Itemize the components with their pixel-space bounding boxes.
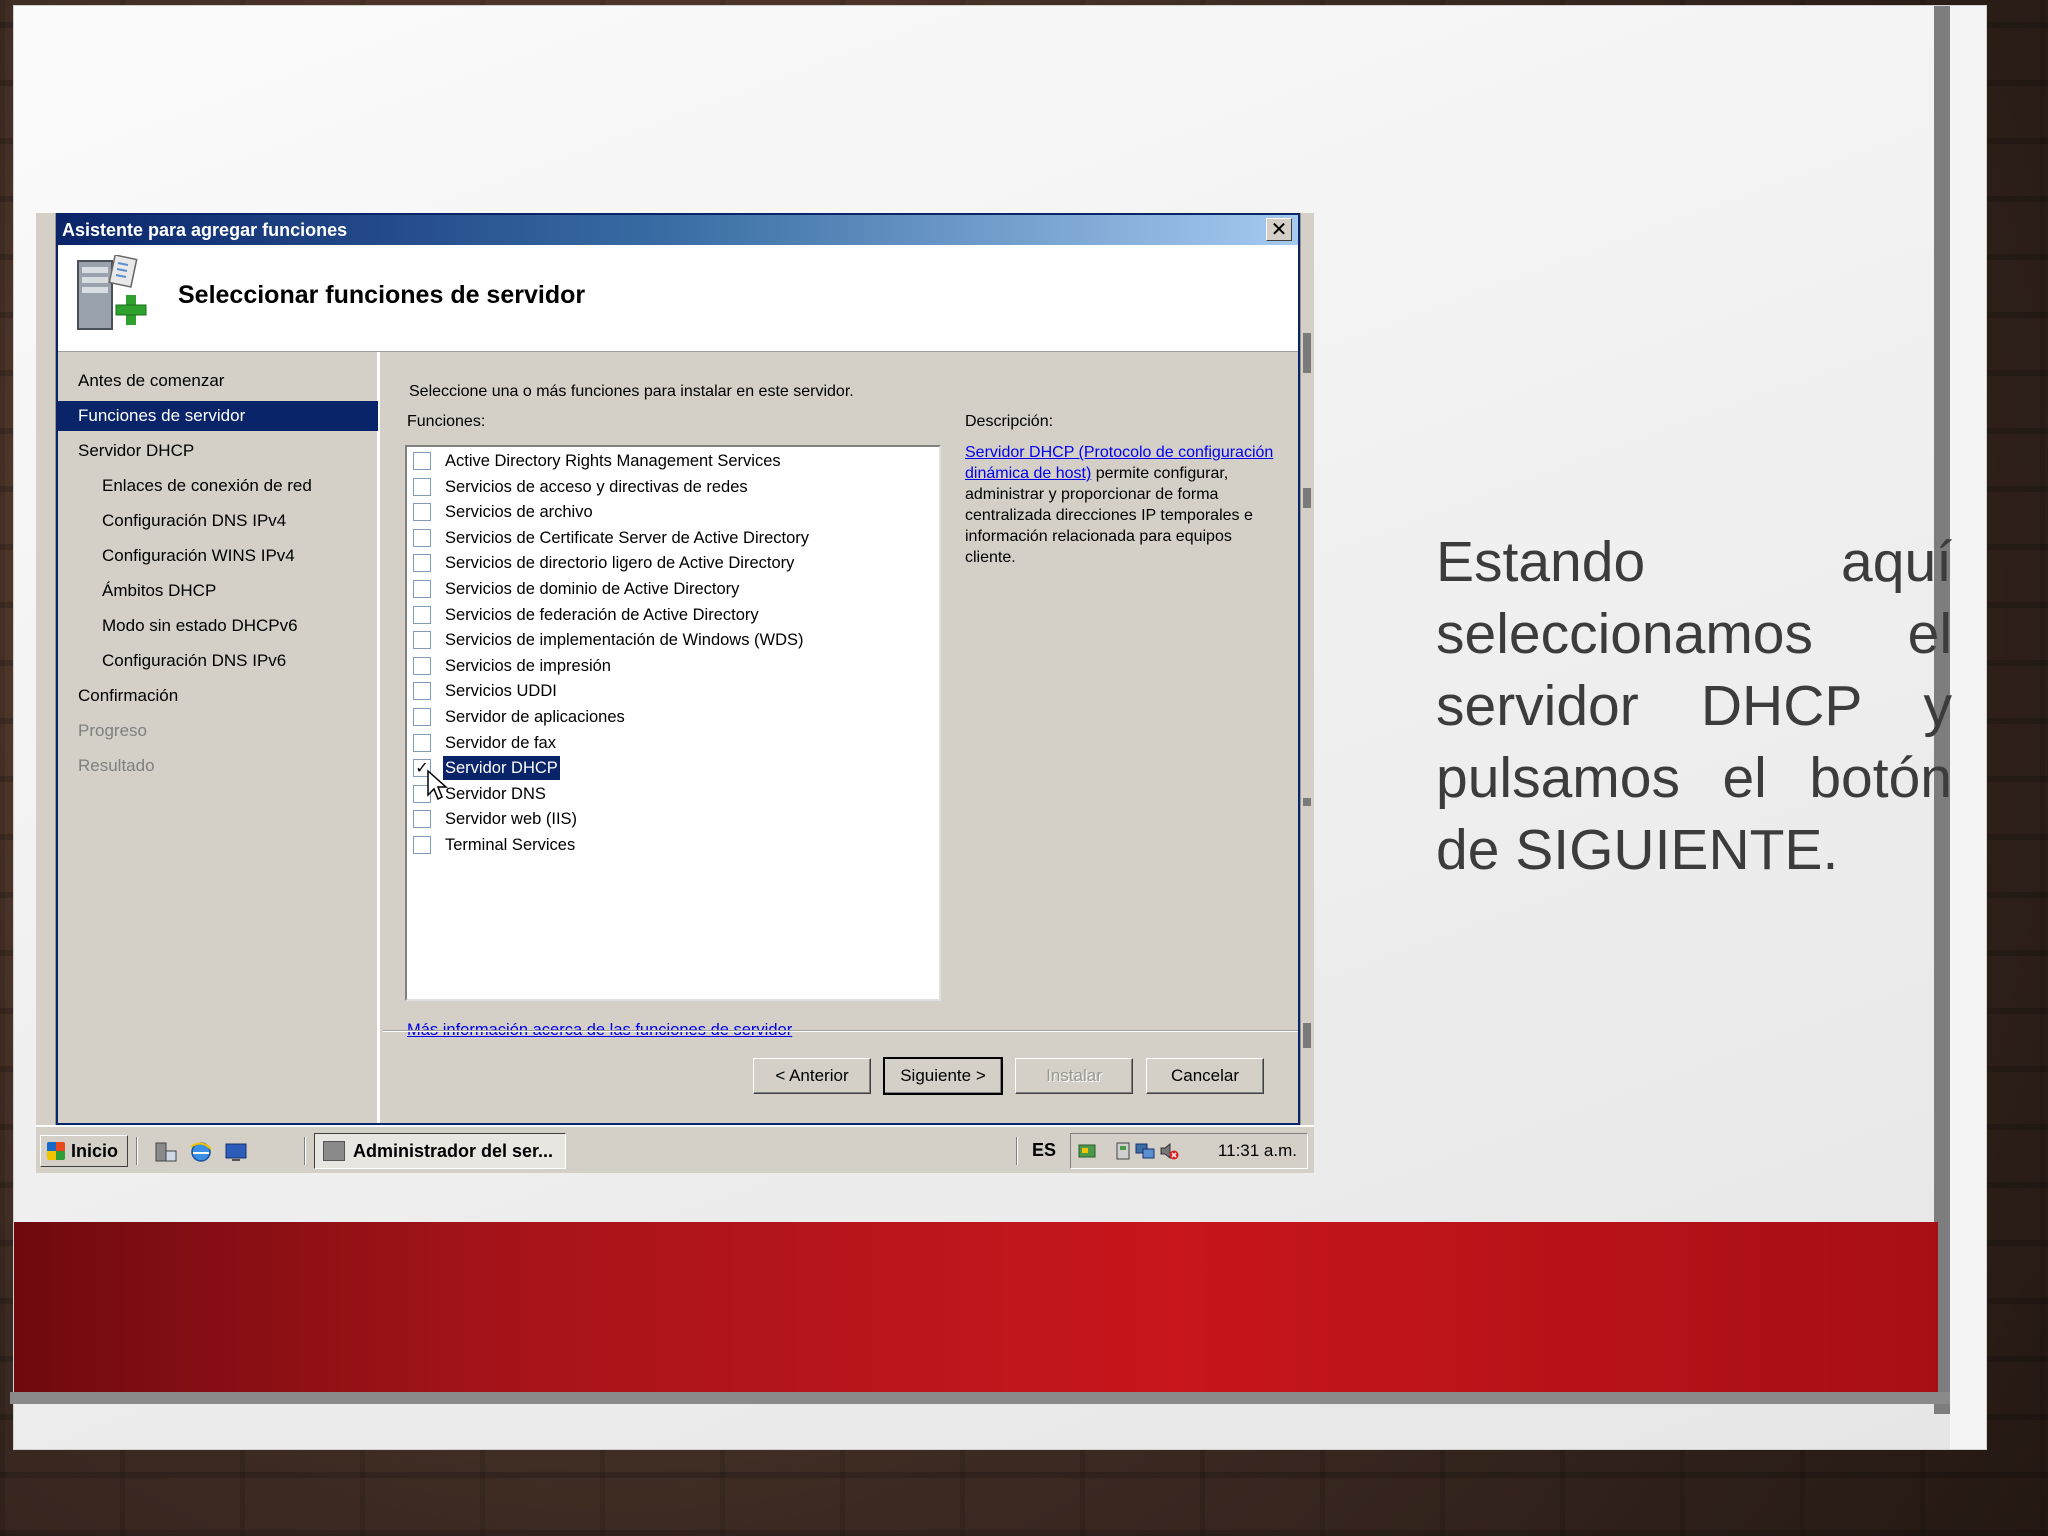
window-title: Asistente para agregar funciones (62, 220, 348, 240)
checkbox[interactable] (413, 477, 431, 496)
nav-item-progreso: Progreso (78, 721, 147, 740)
slide-red-band (14, 1222, 1938, 1392)
checkbox[interactable] (413, 656, 431, 675)
description-text: Servidor DHCP (Protocolo de configuració… (965, 442, 1283, 568)
scrollbar-mark (1303, 798, 1311, 806)
start-label: Inicio (71, 1141, 119, 1161)
wizard-nav: Antes de comenzar Funciones de servidor … (58, 352, 380, 1123)
internet-explorer-icon[interactable] (189, 1141, 213, 1163)
nav-item-enlaces[interactable]: Enlaces de conexión de red (58, 471, 378, 501)
checkbox[interactable] (413, 708, 431, 726)
instruction-text: Seleccione una o más funciones para inst… (409, 383, 854, 400)
taskbar: Inicio Administrador del ser... ES 11:31… (36, 1125, 1314, 1173)
nav-item-dhcpv6[interactable]: Modo sin estado DHCPv6 (58, 611, 378, 641)
nav-item-funciones[interactable]: Funciones de servidor (58, 401, 378, 431)
next-button[interactable]: Siguiente > (883, 1057, 1003, 1095)
checkbox[interactable] (413, 452, 431, 470)
checkbox[interactable] (413, 605, 431, 624)
checkbox[interactable] (413, 682, 431, 701)
nav-item-dns-ipv4[interactable]: Configuración DNS IPv4 (58, 506, 378, 536)
scrollbar-mark (1303, 488, 1311, 508)
volume-muted-icon[interactable] (1159, 1141, 1179, 1161)
taskbar-window-button[interactable]: Administrador del ser... (314, 1133, 566, 1169)
checkbox[interactable] (413, 631, 431, 650)
nav-item-ambitos[interactable]: Ámbitos DHCP (58, 576, 378, 606)
cancel-button[interactable]: Cancelar (1146, 1058, 1264, 1094)
slide-bottom-shadow (10, 1392, 1950, 1404)
checkbox[interactable] (413, 528, 431, 547)
language-indicator[interactable]: ES (1032, 1140, 1056, 1161)
install-button: Instalar (1015, 1058, 1133, 1094)
mouse-cursor-icon (427, 769, 448, 801)
checkbox[interactable] (413, 503, 431, 522)
nav-item-resultado: Resultado (78, 756, 155, 775)
server-add-icon (77, 255, 147, 330)
screenshot: Asistente para agregar funciones ✕ Selec… (36, 213, 1314, 1173)
slide-caption: Estando aquí seleccionamos el servidor D… (1436, 530, 1952, 882)
checkbox[interactable] (413, 554, 431, 573)
nav-item-dhcp[interactable]: Servidor DHCP (58, 436, 378, 466)
start-button[interactable]: Inicio (40, 1135, 128, 1167)
nav-item-confirmacion[interactable]: Confirmación (58, 681, 378, 711)
scrollbar-thumb[interactable] (1303, 333, 1311, 373)
checkbox[interactable] (413, 836, 431, 854)
page-title: Seleccionar funciones de servidor (178, 281, 586, 309)
title-bar: Asistente para agregar funciones (58, 215, 1298, 245)
back-button[interactable]: < Anterior (753, 1058, 871, 1094)
checkbox[interactable] (413, 733, 431, 752)
roles-list[interactable]: Active Directory Rights Management Servi… (405, 445, 941, 1001)
wizard-footer: < Anterior Siguiente > Instalar Cancelar (383, 1030, 1298, 1123)
server-manager-icon[interactable] (154, 1141, 178, 1163)
description-label: Descripción: (965, 413, 1054, 430)
scrollbar-mark (1303, 1023, 1311, 1048)
checkbox[interactable] (413, 810, 431, 829)
taskbar-separator (1016, 1137, 1018, 1165)
roles-label: Funciones: (407, 413, 486, 430)
background-window-strip (36, 213, 56, 1125)
taskbar-separator (304, 1137, 306, 1165)
nav-item-wins-ipv4[interactable]: Configuración WINS IPv4 (58, 541, 378, 571)
tray-app-icon[interactable] (1077, 1141, 1097, 1161)
wizard-header: Seleccionar funciones de servidor (58, 245, 1298, 352)
slide-edge (1950, 6, 1986, 1449)
clock: 11:31 a.m. (1217, 1141, 1297, 1160)
network-icon[interactable] (1135, 1141, 1155, 1161)
checkbox[interactable] (413, 580, 431, 598)
server-manager-icon (323, 1141, 345, 1161)
nav-item-antes[interactable]: Antes de comenzar (58, 366, 378, 396)
system-tray: 11:31 a.m. (1070, 1133, 1308, 1169)
add-roles-wizard: Asistente para agregar funciones ✕ Selec… (56, 213, 1300, 1125)
show-desktop-icon[interactable] (224, 1141, 248, 1163)
task-label: Administrador del ser... (353, 1141, 554, 1161)
windows-logo-icon (47, 1142, 65, 1160)
taskbar-separator (136, 1137, 138, 1165)
close-button[interactable]: ✕ (1266, 218, 1292, 241)
wizard-content: Seleccione una o más funciones para inst… (383, 352, 1298, 1039)
nav-item-dns-ipv6[interactable]: Configuración DNS IPv6 (58, 646, 378, 676)
safely-remove-hardware-icon[interactable] (1113, 1141, 1133, 1161)
